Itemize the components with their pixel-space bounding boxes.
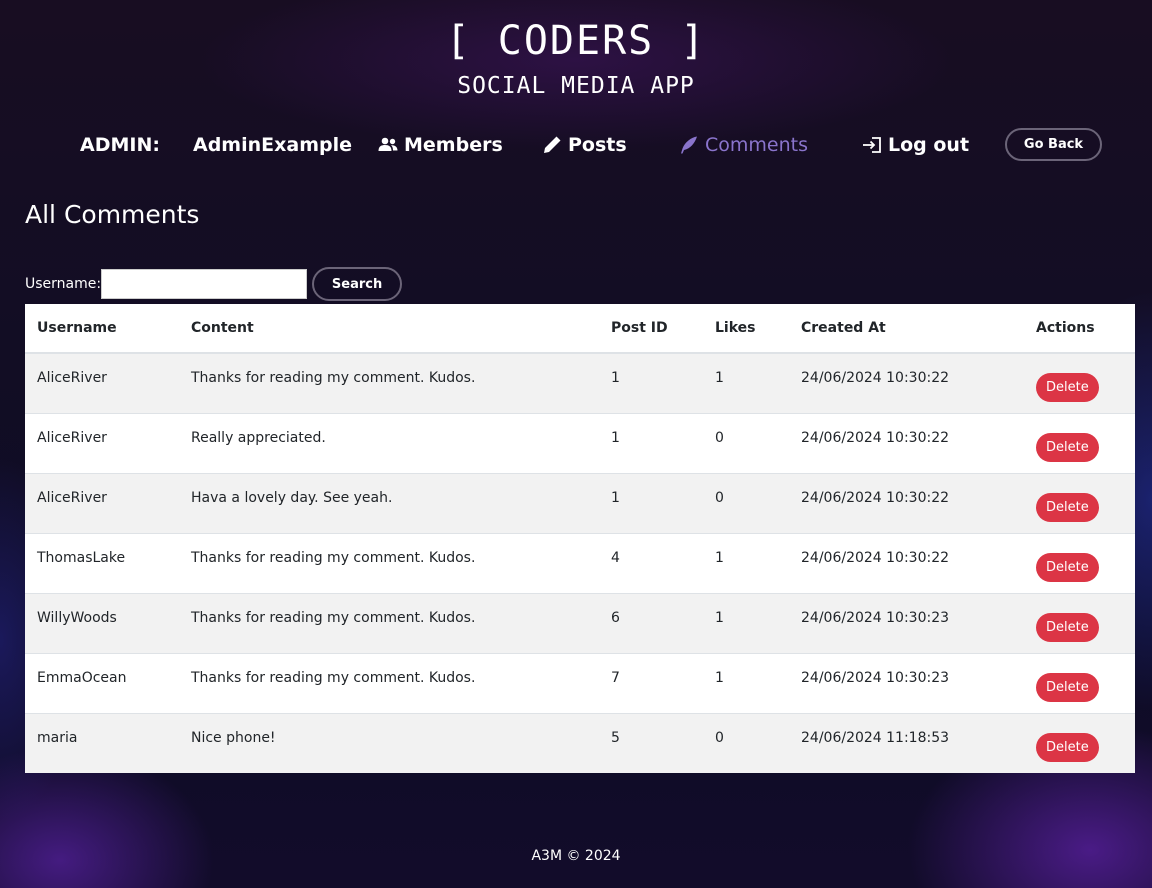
cell-post-id: 1 bbox=[599, 412, 703, 473]
cell-created-at: 24/06/2024 10:30:22 bbox=[789, 352, 1024, 413]
delete-button[interactable]: Delete bbox=[1036, 612, 1099, 642]
cell-content: Thanks for reading my comment. Kudos. bbox=[179, 532, 599, 593]
table-row: AliceRiver Thanks for reading my comment… bbox=[25, 352, 1135, 413]
column-header-created-at: Created At bbox=[789, 304, 1024, 354]
cell-created-at: 24/06/2024 10:30:23 bbox=[789, 592, 1024, 653]
page-title: All Comments bbox=[25, 200, 200, 229]
delete-button[interactable]: Delete bbox=[1036, 732, 1099, 762]
table-row: ThomasLake Thanks for reading my comment… bbox=[25, 532, 1135, 593]
cell-created-at: 24/06/2024 10:30:22 bbox=[789, 472, 1024, 533]
nav-posts-label: Posts bbox=[568, 134, 627, 156]
cell-created-at: 24/06/2024 10:30:22 bbox=[789, 412, 1024, 473]
delete-button[interactable]: Delete bbox=[1036, 552, 1099, 582]
cell-content: Nice phone! bbox=[179, 712, 599, 773]
cell-likes: 0 bbox=[703, 412, 789, 473]
table-row: WillyWoods Thanks for reading my comment… bbox=[25, 592, 1135, 653]
cell-post-id: 4 bbox=[599, 532, 703, 593]
column-header-username: Username bbox=[25, 304, 179, 354]
nav-posts[interactable]: Posts bbox=[542, 134, 627, 156]
feather-icon bbox=[679, 135, 699, 155]
nav-members[interactable]: Members bbox=[378, 134, 503, 156]
cell-username: ThomasLake bbox=[25, 532, 179, 593]
cell-username: AliceRiver bbox=[25, 472, 179, 533]
column-header-content: Content bbox=[179, 304, 599, 354]
cell-username: WillyWoods bbox=[25, 592, 179, 653]
cell-username: AliceRiver bbox=[25, 352, 179, 413]
search-button[interactable]: Search bbox=[312, 267, 403, 301]
nav-members-label: Members bbox=[404, 134, 503, 156]
cell-actions: Delete bbox=[1024, 472, 1135, 533]
cell-likes: 1 bbox=[703, 532, 789, 593]
nav-comments-label: Comments bbox=[705, 134, 808, 156]
brand-subtitle: SOCIAL MEDIA APP bbox=[457, 73, 695, 99]
pencil-icon bbox=[542, 135, 562, 155]
nav-logout[interactable]: Log out bbox=[862, 134, 969, 156]
cell-actions: Delete bbox=[1024, 532, 1135, 593]
cell-likes: 0 bbox=[703, 712, 789, 773]
users-icon bbox=[378, 137, 398, 153]
column-header-post-id: Post ID bbox=[599, 304, 703, 354]
column-header-likes: Likes bbox=[703, 304, 789, 354]
table-row: AliceRiver Really appreciated. 1 0 24/06… bbox=[25, 412, 1135, 473]
cell-created-at: 24/06/2024 10:30:23 bbox=[789, 652, 1024, 713]
table-row: AliceRiver Hava a lovely day. See yeah. … bbox=[25, 472, 1135, 533]
brand-logo[interactable]: [ CODERS ] bbox=[0, 18, 1152, 64]
main-nav: ADMIN: AdminExample Members Posts Commen… bbox=[0, 128, 1152, 164]
username-search-input[interactable] bbox=[101, 269, 308, 299]
delete-button[interactable]: Delete bbox=[1036, 492, 1099, 522]
comments-table: Username Content Post ID Likes Created A… bbox=[25, 304, 1135, 773]
cell-post-id: 6 bbox=[599, 592, 703, 653]
cell-created-at: 24/06/2024 11:18:53 bbox=[789, 712, 1024, 773]
cell-actions: Delete bbox=[1024, 652, 1135, 713]
admin-label-text: ADMIN: bbox=[80, 134, 160, 156]
admin-label: ADMIN: bbox=[80, 134, 160, 156]
cell-created-at: 24/06/2024 10:30:22 bbox=[789, 532, 1024, 593]
footer-copyright: A3M © 2024 bbox=[531, 848, 621, 864]
go-back-button[interactable]: Go Back bbox=[1005, 128, 1102, 161]
cell-likes: 1 bbox=[703, 592, 789, 653]
cell-actions: Delete bbox=[1024, 712, 1135, 773]
table-row: maria Nice phone! 5 0 24/06/2024 11:18:5… bbox=[25, 712, 1135, 773]
cell-post-id: 5 bbox=[599, 712, 703, 773]
cell-likes: 0 bbox=[703, 472, 789, 533]
nav-comments[interactable]: Comments bbox=[679, 134, 808, 156]
table-header: Username Content Post ID Likes Created A… bbox=[25, 304, 1135, 354]
cell-content: Thanks for reading my comment. Kudos. bbox=[179, 592, 599, 653]
column-header-actions: Actions bbox=[1024, 304, 1135, 354]
cell-post-id: 7 bbox=[599, 652, 703, 713]
nav-admin-name[interactable]: AdminExample bbox=[193, 134, 352, 156]
delete-button[interactable]: Delete bbox=[1036, 432, 1099, 462]
delete-button[interactable]: Delete bbox=[1036, 373, 1099, 402]
nav-logout-label: Log out bbox=[888, 134, 970, 156]
cell-likes: 1 bbox=[703, 652, 789, 713]
login-icon bbox=[862, 136, 882, 154]
cell-username: EmmaOcean bbox=[25, 652, 179, 713]
cell-actions: Delete bbox=[1024, 412, 1135, 473]
cell-likes: 1 bbox=[703, 352, 789, 413]
cell-content: Thanks for reading my comment. Kudos. bbox=[179, 652, 599, 713]
cell-actions: Delete bbox=[1024, 352, 1135, 413]
cell-post-id: 1 bbox=[599, 352, 703, 413]
search-form: Username: Search bbox=[25, 267, 403, 301]
cell-content: Really appreciated. bbox=[179, 412, 599, 473]
admin-name-text: AdminExample bbox=[193, 134, 352, 156]
table-row: EmmaOcean Thanks for reading my comment.… bbox=[25, 652, 1135, 713]
cell-post-id: 1 bbox=[599, 472, 703, 533]
cell-content: Thanks for reading my comment. Kudos. bbox=[179, 352, 599, 413]
cell-actions: Delete bbox=[1024, 592, 1135, 653]
cell-username: AliceRiver bbox=[25, 412, 179, 473]
search-label: Username: bbox=[25, 276, 102, 292]
cell-content: Hava a lovely day. See yeah. bbox=[179, 472, 599, 533]
cell-username: maria bbox=[25, 712, 179, 773]
delete-button[interactable]: Delete bbox=[1036, 672, 1099, 702]
